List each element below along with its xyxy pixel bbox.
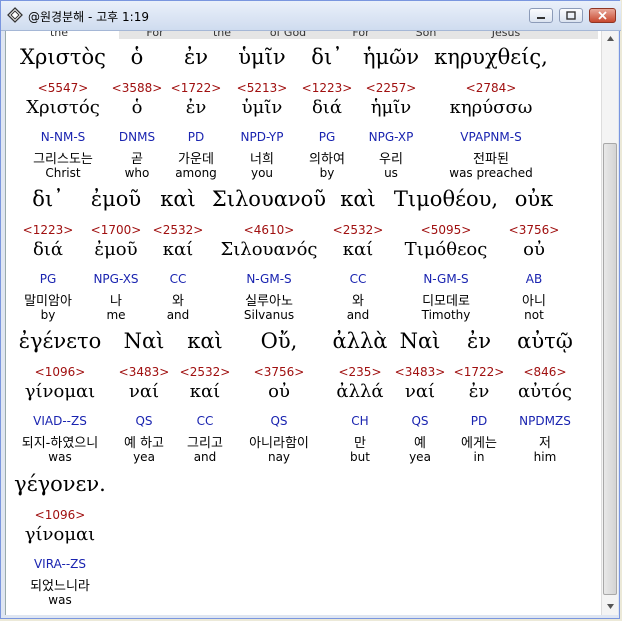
korean-gloss: 전파된 bbox=[473, 152, 509, 167]
header-word: the bbox=[212, 31, 232, 39]
diamond-app-icon bbox=[7, 7, 23, 23]
interlinear-view[interactable]: the For the of God For Son Jesus Χριστὸς <5547>… bbox=[5, 31, 601, 615]
close-button[interactable] bbox=[589, 8, 616, 23]
vertical-scrollbar[interactable] bbox=[601, 31, 618, 615]
morphology-code: NPDMZS bbox=[519, 414, 571, 428]
english-gloss: was preached bbox=[449, 166, 533, 180]
header-word: of God bbox=[269, 31, 307, 39]
minimize-button[interactable] bbox=[529, 8, 553, 23]
korean-gloss: 저 bbox=[539, 436, 551, 451]
header-word: the bbox=[49, 31, 69, 39]
lexical-form: κηρύσσω bbox=[449, 97, 533, 118]
morphology-code: VIRA--ZS bbox=[33, 557, 87, 571]
greek-word: αὐτῷ bbox=[517, 329, 573, 353]
korean-gloss: 되었느니라 bbox=[30, 579, 90, 594]
scrollbar-thumb[interactable] bbox=[603, 143, 617, 595]
lexical-form: γίνομαι bbox=[24, 524, 96, 545]
maximize-icon bbox=[566, 11, 576, 20]
morphology-code: AB bbox=[525, 272, 543, 286]
header-word: For bbox=[146, 31, 164, 39]
close-icon bbox=[598, 11, 607, 20]
app-window: @원경분해 - 고후 1:19 the For the of God For Son Jes… bbox=[0, 0, 621, 619]
minimize-icon bbox=[537, 17, 545, 19]
maximize-button[interactable] bbox=[559, 8, 583, 23]
greek-word: γέγονεν. bbox=[14, 472, 106, 496]
strong-number[interactable]: <2784> bbox=[431, 81, 551, 95]
english-gloss: was bbox=[48, 593, 72, 607]
scroll-down-arrow-icon[interactable] bbox=[604, 599, 617, 613]
strong-number[interactable]: <1096> bbox=[6, 508, 120, 522]
greek-word: κηρυχθείς, bbox=[434, 45, 548, 69]
window-title: @원경분해 - 고후 1:19 bbox=[28, 10, 149, 24]
morphology-code: VPAPNM-S bbox=[460, 130, 522, 144]
english-gloss: not bbox=[524, 308, 544, 322]
header-word: For bbox=[352, 31, 370, 39]
header-word: Son bbox=[415, 31, 437, 39]
korean-gloss: 아니 bbox=[522, 294, 546, 309]
previous-verse-header: the For the of God For Son Jesus bbox=[6, 31, 598, 39]
title-bar[interactable]: @원경분해 - 고후 1:19 bbox=[1, 1, 621, 31]
strong-number[interactable]: <3756> bbox=[474, 223, 594, 237]
greek-word: οὐκ bbox=[514, 187, 554, 211]
strong-number[interactable]: <846> bbox=[485, 365, 601, 379]
english-gloss: him bbox=[533, 450, 557, 464]
scroll-up-arrow-icon[interactable] bbox=[604, 32, 617, 46]
lexical-form: αὐτός bbox=[518, 381, 572, 402]
header-word: Jesus bbox=[491, 31, 521, 39]
lexical-form: οὐ bbox=[523, 239, 545, 260]
